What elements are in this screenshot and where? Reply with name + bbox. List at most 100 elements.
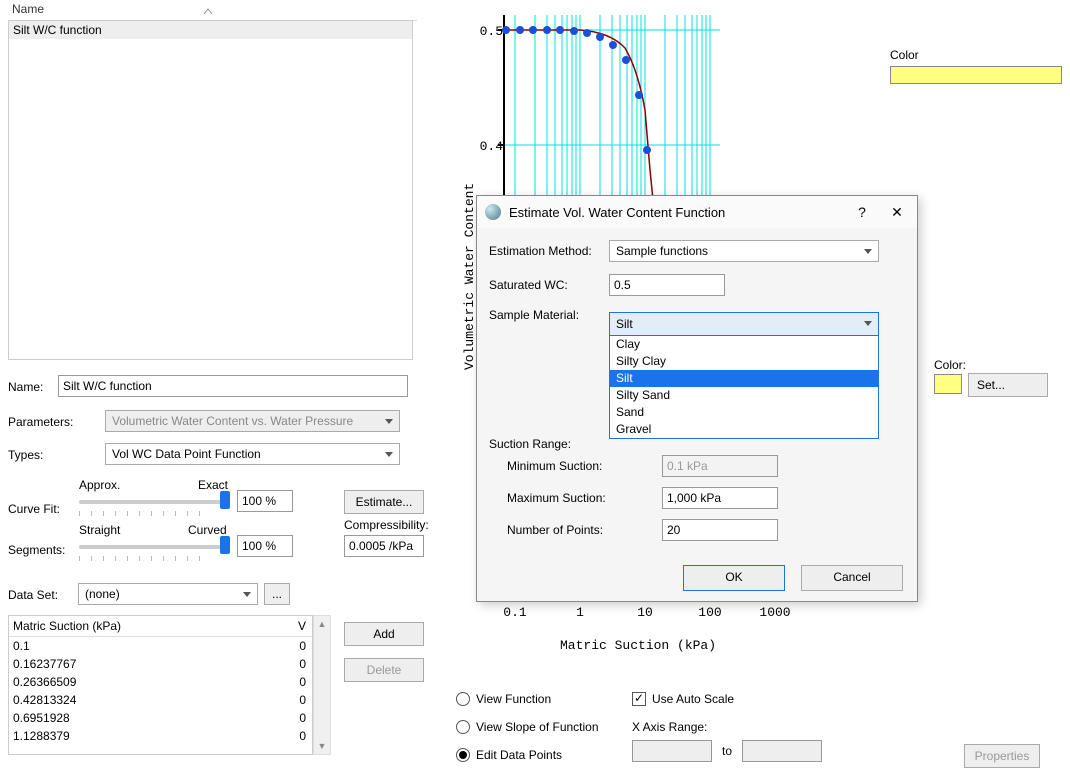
min-suction-label: Minimum Suction: [489, 459, 642, 473]
curvefit-slider-thumb[interactable] [220, 491, 230, 509]
scroll-down-icon[interactable]: ▼ [314, 738, 330, 754]
column-matric-suction[interactable]: Matric Suction (kPa) [9, 616, 262, 636]
dropdown-option[interactable]: Silt [610, 370, 878, 387]
types-value: Vol WC Data Point Function [112, 447, 261, 461]
y-tick-04: 0.4 [473, 139, 503, 154]
estimate-button[interactable]: Estimate... [344, 490, 424, 514]
dialog-app-icon [485, 204, 501, 220]
x-range-min[interactable] [632, 740, 712, 762]
cell-v: 0 [262, 637, 312, 655]
dropdown-option[interactable]: Silty Sand [610, 387, 878, 404]
add-button[interactable]: Add [344, 622, 424, 646]
dropdown-option[interactable]: Clay [610, 336, 878, 353]
cell-suction: 0.1 [9, 637, 262, 655]
color-swatch-small[interactable] [934, 374, 962, 394]
parameters-label: Parameters: [8, 415, 73, 429]
color2-label: Color: [934, 358, 966, 372]
name-input[interactable] [58, 375, 408, 397]
table-row[interactable]: 1.12883790 [9, 727, 312, 745]
edit-points-radio[interactable] [456, 748, 470, 762]
ok-button[interactable]: OK [683, 565, 785, 591]
to-label: to [722, 744, 732, 758]
min-suction-input[interactable] [662, 455, 778, 477]
exact-label: Exact [198, 478, 228, 492]
max-suction-label: Maximum Suction: [489, 491, 642, 505]
data-table[interactable]: Matric Suction (kPa) V 0.100.1623776700.… [8, 615, 313, 755]
cancel-button[interactable]: Cancel [801, 565, 903, 591]
view-function-radio[interactable] [456, 692, 470, 706]
list-item[interactable]: Silt W/C function [9, 21, 412, 39]
table-row[interactable]: 0.69519280 [9, 709, 312, 727]
saturated-wc-input[interactable] [609, 274, 725, 296]
left-panel: Name Silt W/C function Name: Parameters:… [0, 0, 430, 758]
dataset-value: (none) [85, 587, 120, 601]
view-slope-label: View Slope of Function [476, 720, 599, 734]
auto-scale-checkbox[interactable] [632, 692, 646, 706]
cell-suction: 0.16237767 [9, 655, 262, 673]
table-row[interactable]: 0.10 [9, 637, 312, 655]
cell-suction: 0.6951928 [9, 709, 262, 727]
cell-v: 0 [262, 709, 312, 727]
name-label: Name: [8, 380, 43, 394]
table-row[interactable]: 0.162377670 [9, 655, 312, 673]
auto-scale-label: Use Auto Scale [652, 692, 734, 706]
function-list-header[interactable]: Name [8, 0, 417, 21]
segments-slider-thumb[interactable] [220, 536, 230, 554]
sample-material-label: Sample Material: [489, 308, 609, 322]
column-name-label: Name [12, 2, 44, 16]
sort-chevron-icon [203, 4, 213, 14]
curvefit-slider[interactable] [79, 500, 229, 504]
color-label: Color [890, 48, 919, 62]
estimation-method-value: Sample functions [616, 244, 708, 258]
x-tick-2: 10 [625, 605, 665, 620]
x-tick-1: 1 [560, 605, 600, 620]
max-suction-input[interactable] [662, 487, 778, 509]
cell-suction: 1.1288379 [9, 727, 262, 745]
set-color-button[interactable]: Set... [968, 373, 1048, 397]
color-swatch-main[interactable] [890, 66, 1062, 84]
segments-slider-ticks [79, 550, 239, 556]
view-slope-radio[interactable] [456, 720, 470, 734]
dataset-combo[interactable]: (none) [78, 583, 258, 605]
types-combo[interactable]: Vol WC Data Point Function [105, 443, 400, 465]
chart-y-axis-label: Volumetric Water Content [462, 183, 477, 370]
table-row[interactable]: 0.263665090 [9, 673, 312, 691]
properties-button[interactable]: Properties [964, 744, 1040, 768]
curvefit-value[interactable] [237, 490, 293, 512]
dialog-titlebar[interactable]: Estimate Vol. Water Content Function ? ✕ [477, 196, 917, 228]
x-tick-3: 100 [690, 605, 730, 620]
x-range-label: X Axis Range: [632, 720, 707, 734]
segments-value[interactable] [237, 535, 293, 557]
scroll-up-icon[interactable]: ▲ [314, 616, 330, 632]
dialog-help-icon[interactable]: ? [847, 204, 877, 220]
cell-suction: 0.26366509 [9, 673, 262, 691]
cell-v: 0 [262, 727, 312, 745]
sample-material-selected[interactable]: Silt [610, 313, 878, 335]
column-v[interactable]: V [262, 616, 312, 636]
dataset-browse-button[interactable]: ... [264, 583, 290, 605]
table-row[interactable]: 0.428133240 [9, 691, 312, 709]
dialog-close-icon[interactable]: ✕ [877, 204, 917, 221]
compressibility-input[interactable] [344, 535, 424, 557]
y-tick-05: 0.5 [473, 24, 503, 39]
segments-slider[interactable] [79, 545, 229, 549]
parameters-combo[interactable]: Volumetric Water Content vs. Water Press… [105, 410, 400, 432]
x-range-max[interactable] [742, 740, 822, 762]
dataset-label: Data Set: [8, 588, 58, 602]
sample-material-dropdown[interactable]: Silt ClaySilty ClaySiltSilty SandSandGra… [609, 312, 879, 439]
delete-button[interactable]: Delete [344, 658, 424, 682]
cell-v: 0 [262, 673, 312, 691]
table-scrollbar[interactable]: ▲ ▼ [313, 615, 331, 755]
dropdown-option[interactable]: Gravel [610, 421, 878, 438]
saturated-wc-label: Saturated WC: [489, 278, 609, 292]
function-list[interactable]: Silt W/C function [8, 20, 413, 360]
num-points-input[interactable] [662, 519, 778, 541]
estimation-method-label: Estimation Method: [489, 244, 609, 258]
dropdown-option[interactable]: Silty Clay [610, 353, 878, 370]
parameters-value: Volumetric Water Content vs. Water Press… [112, 414, 353, 428]
x-tick-4: 1000 [755, 605, 795, 620]
estimation-method-combo[interactable]: Sample functions [609, 240, 879, 262]
dialog-title: Estimate Vol. Water Content Function [509, 205, 847, 220]
suction-range-label: Suction Range: [489, 437, 571, 451]
dropdown-option[interactable]: Sand [610, 404, 878, 421]
